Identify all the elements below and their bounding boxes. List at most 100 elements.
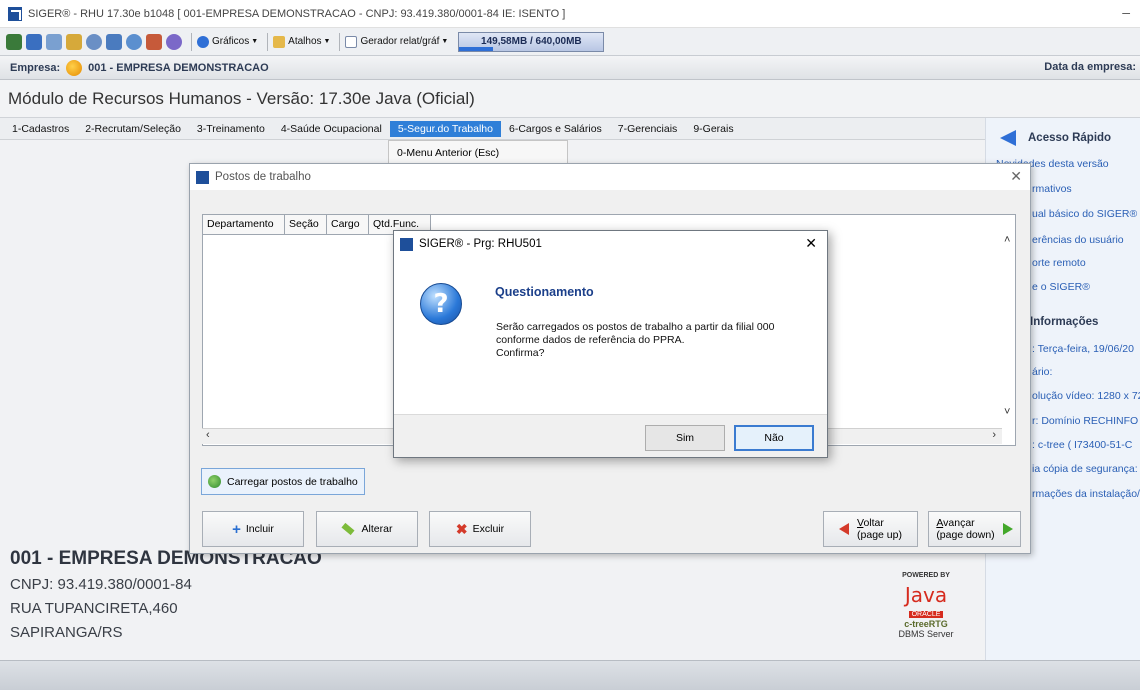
menu-bar: 1-Cadastros 2-Recrutam/Seleção 3-Treinam…: [0, 118, 985, 140]
graficos-menu-button[interactable]: Gráficos ▼: [197, 35, 259, 48]
menu-gerais[interactable]: 9-Gerais: [685, 121, 741, 137]
gerador-label: Gerador relat/gráf: [360, 36, 440, 47]
settings-icon[interactable]: [86, 33, 102, 50]
empresa-label: Empresa:: [10, 61, 61, 74]
scroll-right-icon[interactable]: ›: [992, 429, 996, 441]
vertical-scrollbar[interactable]: ˄ ˅: [1001, 234, 1017, 428]
avancar-hint: (page down): [936, 529, 995, 541]
toolbar-separator: [191, 32, 192, 51]
incluir-label: Incluir: [245, 523, 274, 535]
company-street: RUA TUPANCIRETA,460: [10, 600, 178, 617]
module-title: Módulo de Recursos Humanos - Versão: 17.…: [0, 80, 1140, 118]
carregar-postos-button[interactable]: Carregar postos de trabalho: [201, 468, 365, 495]
voltar-button[interactable]: Voltar (page up): [823, 511, 918, 547]
question-dialog: SIGER® - Prg: RHU501 ✕ ? Questionamento …: [393, 230, 828, 458]
arrow-left-icon: [839, 523, 850, 535]
dialog-heading: Questionamento: [495, 285, 594, 299]
info-servidor: r: Domínio RECHINFO (: [1032, 415, 1140, 427]
folder-icon[interactable]: [66, 33, 82, 50]
link-sobre-siger[interactable]: e o SIGER®: [1032, 281, 1090, 293]
pencil-icon: [341, 522, 355, 536]
data-empresa-label: Data da empresa:: [1044, 61, 1136, 73]
ctree-label: c-treeRTG: [904, 619, 948, 629]
avancar-label: Avançar: [936, 517, 975, 529]
chart-icon: [197, 35, 209, 48]
menu-cargos-salarios[interactable]: 6-Cargos e Salários: [501, 121, 610, 137]
atalhos-label: Atalhos: [288, 36, 322, 47]
dialog-message-line3: Confirma?: [496, 347, 545, 359]
link-manual[interactable]: ual básico do SIGER®: [1032, 208, 1137, 220]
excluir-label: Excluir: [472, 523, 505, 535]
dialog-body: ? Questionamento Serão carregados os pos…: [394, 257, 827, 415]
plus-icon: +: [232, 520, 241, 538]
menu-seguranca-trabalho[interactable]: 5-Segur.do Trabalho: [389, 120, 501, 137]
window-title: SIGER® - RHU 17.30e b1048 [ 001-EMPRESA …: [28, 7, 566, 20]
column-departamento[interactable]: Departamento: [203, 215, 285, 235]
alterar-button[interactable]: Alterar: [316, 511, 418, 547]
memory-indicator[interactable]: 149,58MB / 640,00MB: [458, 31, 605, 52]
link-suporte-remoto[interactable]: orte remoto: [1032, 257, 1086, 269]
info-instalacao[interactable]: rmações da instalação/a: [1032, 488, 1140, 500]
minimize-button[interactable]: –: [1122, 4, 1130, 20]
save-icon[interactable]: [26, 33, 42, 50]
powered-by-logo: POWERED BY Java ORACLE c-treeRTG DBMS Se…: [880, 572, 972, 654]
dropdown-arrow-icon: ▼: [441, 38, 449, 45]
close-icon[interactable]: ✕: [805, 235, 817, 252]
gerador-menu-button[interactable]: Gerador relat/gráf ▼: [345, 35, 449, 48]
toolbar: Gráficos ▼ Atalhos ▼ Gerador relat/gráf ▼ 1…: [0, 28, 1140, 56]
avancar-button[interactable]: Avançar (page down): [928, 511, 1021, 547]
mail-icon[interactable]: [106, 33, 122, 50]
siger-app-icon: [8, 6, 22, 21]
info-copia-seguranca[interactable]: ia cópia de segurança:: [1032, 463, 1138, 475]
question-icon: ?: [420, 283, 462, 325]
menu-cadastros[interactable]: 1-Cadastros: [4, 121, 77, 137]
info-date: : Terça-feira, 19/06/20: [1032, 343, 1134, 355]
dropdown-arrow-icon: ▼: [323, 38, 331, 45]
company-city: SAPIRANGA/RS: [10, 624, 123, 641]
menu-gerenciais[interactable]: 7-Gerenciais: [610, 121, 686, 137]
link-preferencias[interactable]: erências do usuário: [1032, 234, 1124, 246]
menu-dropdown-item-anterior[interactable]: 0-Menu Anterior (Esc): [388, 140, 568, 164]
excluir-button[interactable]: ✖ Excluir: [429, 511, 531, 547]
alterar-label: Alterar: [361, 523, 393, 535]
shortcut-icon: [273, 35, 286, 48]
menu-recrutamento[interactable]: 2-Recrutam/Seleção: [77, 121, 189, 137]
shield-icon: [208, 475, 221, 488]
menu-saude-ocupacional[interactable]: 4-Saúde Ocupacional: [273, 121, 390, 137]
users-icon[interactable]: [146, 33, 162, 50]
dialog-message-line1: Serão carregados os postos de trabalho a…: [496, 321, 775, 333]
toolbar-separator: [339, 32, 341, 51]
close-icon[interactable]: ✕: [1010, 168, 1022, 185]
info-usuario: ário:: [1032, 366, 1053, 378]
voltar-hint: (page up): [857, 529, 902, 541]
sim-button[interactable]: Sim: [645, 425, 725, 451]
acesso-rapido-label: Acesso Rápido: [1028, 132, 1112, 144]
link-normativos[interactable]: rmativos: [1032, 183, 1072, 195]
empresa-bar: Empresa: 001 - EMPRESA DEMONSTRACAO Data…: [0, 56, 1140, 80]
atalhos-menu-button[interactable]: Atalhos ▼: [273, 35, 331, 48]
incluir-button[interactable]: + Incluir: [202, 511, 304, 547]
exit-icon[interactable]: [6, 33, 22, 50]
globe-icon[interactable]: [166, 33, 182, 50]
powered-by-label: POWERED BY: [902, 572, 950, 579]
scroll-down-icon[interactable]: ˅: [1004, 406, 1010, 418]
nao-button[interactable]: Não: [734, 425, 814, 451]
company-icon: [66, 59, 83, 76]
help-icon[interactable]: [46, 33, 62, 50]
menu-treinamento[interactable]: 3-Treinamento: [189, 121, 273, 137]
info-resolucao: olução vídeo: 1280 x 72: [1032, 390, 1140, 402]
chat-icon[interactable]: [126, 33, 142, 50]
dialog-title: SIGER® - Prg: RHU501: [419, 238, 542, 250]
siger-app-icon: [196, 170, 209, 184]
dbms-label: DBMS Server: [898, 629, 954, 639]
column-cargo[interactable]: Cargo: [327, 215, 369, 235]
panel-collapse-icon[interactable]: [1000, 130, 1016, 146]
toolbar-separator: [267, 32, 269, 51]
scroll-left-icon[interactable]: ‹: [206, 429, 210, 441]
memory-text: 149,58MB / 640,00MB: [481, 36, 582, 47]
arrow-right-icon: [1002, 523, 1013, 535]
column-secao[interactable]: Seção: [285, 215, 327, 235]
scroll-up-icon[interactable]: ˄: [1004, 234, 1010, 246]
info-ctree: : c-tree ( I73400-51-C: [1032, 439, 1133, 451]
dropdown-arrow-icon: ▼: [251, 38, 259, 45]
